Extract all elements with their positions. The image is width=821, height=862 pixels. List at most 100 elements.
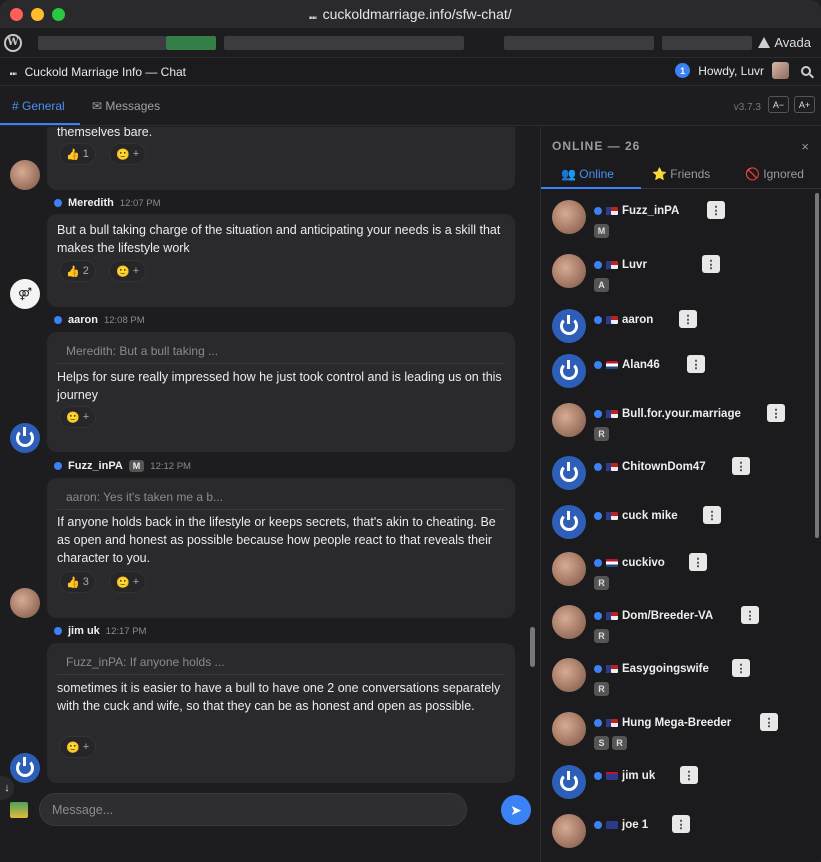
user-list-item[interactable]: Easygoingswife ⋮ R bbox=[552, 658, 802, 698]
tab-ignored[interactable]: 🚫 Ignored bbox=[745, 167, 804, 181]
add-reaction-button[interactable]: 🙂 + bbox=[109, 143, 147, 165]
user-options-icon[interactable]: ⋮ bbox=[689, 553, 707, 571]
user-list-item[interactable]: aaron ⋮ bbox=[552, 309, 802, 349]
user-name[interactable]: jim uk bbox=[622, 770, 655, 782]
user-list-item[interactable]: Hung Mega-Breeder ⋮ S R bbox=[552, 712, 802, 752]
user-options-icon[interactable]: ⋮ bbox=[732, 457, 750, 475]
user-options-icon[interactable]: ⋮ bbox=[741, 606, 759, 624]
chat-scrollbar[interactable] bbox=[530, 627, 535, 667]
avatar[interactable] bbox=[552, 200, 586, 234]
user-name-line: Fuzz_inPA bbox=[594, 205, 679, 217]
user-list-item[interactable]: Alan46 ⋮ bbox=[552, 354, 802, 394]
search-icon[interactable] bbox=[801, 65, 811, 76]
avatar[interactable] bbox=[552, 712, 586, 746]
avatar[interactable] bbox=[552, 765, 586, 799]
reply-quote[interactable]: aaron: Yes it's taken me a b... bbox=[57, 484, 505, 510]
image-upload-icon[interactable] bbox=[10, 802, 28, 818]
tab-friends[interactable]: ⭐ Friends bbox=[652, 167, 710, 181]
reaction-thumbs-up[interactable]: 👍 2 bbox=[59, 260, 96, 282]
user-name[interactable]: Fuzz_inPA bbox=[622, 205, 679, 217]
avatar[interactable]: ⚤ bbox=[10, 279, 40, 309]
user-name[interactable]: Alan46 bbox=[622, 359, 660, 371]
user-list-item[interactable]: cuckivo ⋮ R bbox=[552, 552, 802, 592]
avatar[interactable] bbox=[10, 588, 40, 618]
author-name[interactable]: Meredith bbox=[68, 197, 114, 209]
author-name[interactable]: aaron bbox=[68, 314, 98, 326]
user-name[interactable]: aaron bbox=[622, 314, 653, 326]
avatar[interactable] bbox=[552, 605, 586, 639]
user-options-icon[interactable]: ⋮ bbox=[707, 201, 725, 219]
reaction-thumbs-up[interactable]: 👍 1 bbox=[59, 143, 96, 165]
message-input[interactable] bbox=[39, 793, 467, 826]
avada-menu[interactable]: Avada bbox=[758, 35, 811, 50]
user-list-scrollbar[interactable] bbox=[815, 193, 819, 538]
default-avatar-icon bbox=[16, 427, 34, 447]
close-panel-icon[interactable]: × bbox=[801, 139, 809, 154]
reply-quote[interactable]: Fuzz_inPA: If anyone holds ... bbox=[57, 649, 505, 675]
tab-messages[interactable]: ✉ Messages bbox=[92, 99, 160, 113]
message-list[interactable]: themselves bare. 👍 1 🙂 + Meredith 12:07 PM… bbox=[0, 127, 540, 786]
author-name[interactable]: jim uk bbox=[68, 625, 100, 637]
avatar[interactable] bbox=[552, 254, 586, 288]
avatar[interactable] bbox=[552, 354, 586, 388]
url-bar[interactable]: ⑉ cuckoldmarriage.info/sfw-chat/ bbox=[0, 6, 821, 22]
user-list-item[interactable]: Luvr ⋮ A bbox=[552, 254, 802, 294]
font-increase-button[interactable]: A+ bbox=[794, 96, 815, 113]
notification-badge[interactable]: 1 bbox=[675, 63, 691, 78]
user-list-item[interactable]: joe 1 ⋮ bbox=[552, 814, 802, 854]
user-options-icon[interactable]: ⋮ bbox=[680, 766, 698, 784]
avatar[interactable] bbox=[552, 309, 586, 343]
avatar[interactable] bbox=[552, 658, 586, 692]
user-list-item[interactable]: cuck mike ⋮ bbox=[552, 505, 802, 545]
send-button[interactable]: ➤ bbox=[501, 795, 531, 825]
message-time: 12:08 PM bbox=[103, 314, 145, 326]
avatar[interactable] bbox=[552, 456, 586, 490]
tab-online[interactable]: 👥 Online bbox=[561, 167, 614, 181]
user-options-icon[interactable]: ⋮ bbox=[732, 659, 750, 677]
user-list-item[interactable]: Dom/Breeder-VA ⋮ R bbox=[552, 605, 802, 645]
user-name[interactable]: Luvr bbox=[622, 259, 647, 271]
tab-general[interactable]: # General bbox=[12, 99, 65, 113]
user-options-icon[interactable]: ⋮ bbox=[767, 404, 785, 422]
user-list-item[interactable]: Fuzz_inPA ⋮ M bbox=[552, 200, 802, 240]
message-time: 12:17 PM bbox=[105, 625, 147, 637]
avatar[interactable] bbox=[552, 552, 586, 586]
add-reaction-button[interactable]: 🙂 + bbox=[109, 571, 147, 593]
avatar[interactable] bbox=[552, 403, 586, 437]
add-reaction-button[interactable]: 🙂 + bbox=[109, 260, 147, 282]
font-decrease-button[interactable]: A− bbox=[768, 96, 789, 113]
avatar[interactable] bbox=[552, 505, 586, 539]
add-reaction-button[interactable]: 🙂 + bbox=[59, 406, 97, 428]
user-options-icon[interactable]: ⋮ bbox=[760, 713, 778, 731]
user-options-icon[interactable]: ⋮ bbox=[679, 310, 697, 328]
user-list-item[interactable]: jim uk ⋮ bbox=[552, 765, 802, 805]
author-name[interactable]: Fuzz_inPA bbox=[68, 460, 123, 472]
add-reaction-button[interactable]: 🙂 + bbox=[59, 736, 97, 758]
user-options-icon[interactable]: ⋮ bbox=[687, 355, 705, 373]
user-name[interactable]: Hung Mega-Breeder bbox=[622, 717, 731, 729]
avatar[interactable] bbox=[10, 423, 40, 453]
avatar[interactable] bbox=[552, 814, 586, 848]
user-options-icon[interactable]: ⋮ bbox=[702, 255, 720, 273]
user-options-icon[interactable]: ⋮ bbox=[672, 815, 690, 833]
wordpress-icon[interactable]: W bbox=[4, 33, 22, 52]
online-dot bbox=[594, 559, 602, 567]
user-name[interactable]: Bull.for.your.marriage bbox=[622, 408, 741, 420]
user-name[interactable]: cuckivo bbox=[622, 557, 665, 569]
message-author: Meredith 12:07 PM bbox=[54, 197, 161, 209]
user-name[interactable]: Dom/Breeder-VA bbox=[622, 610, 713, 622]
user-name[interactable]: Easygoingswife bbox=[622, 663, 709, 675]
user-options-icon[interactable]: ⋮ bbox=[703, 506, 721, 524]
user-name[interactable]: cuck mike bbox=[622, 510, 678, 522]
online-dot bbox=[594, 512, 602, 520]
avatar[interactable] bbox=[10, 160, 40, 190]
reaction-thumbs-up[interactable]: 👍 3 bbox=[59, 571, 96, 593]
user-name[interactable]: ChitownDom47 bbox=[622, 461, 706, 473]
user-list-item[interactable]: ChitownDom47 ⋮ bbox=[552, 456, 802, 496]
user-list-item[interactable]: Bull.for.your.marriage ⋮ R bbox=[552, 403, 802, 443]
user-menu[interactable]: 1 Howdy, Luvr bbox=[675, 62, 811, 79]
online-dot bbox=[594, 207, 602, 215]
reply-quote[interactable]: Meredith: But a bull taking ... bbox=[57, 338, 505, 364]
avatar[interactable] bbox=[10, 753, 40, 783]
user-name[interactable]: joe 1 bbox=[622, 819, 648, 831]
